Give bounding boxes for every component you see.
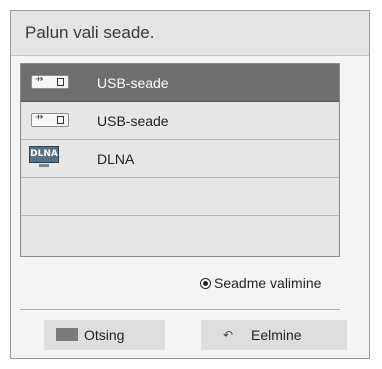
dialog-title: Palun vali seade. (25, 23, 155, 42)
back-button[interactable]: ↶ Eelmine (201, 320, 347, 350)
color-key-icon (56, 328, 78, 341)
device-label: USB-seade (97, 113, 169, 129)
footer-divider (20, 309, 340, 310)
device-row-empty-2 (21, 216, 339, 256)
radio-select-icon (200, 278, 211, 289)
device-row-usb-1[interactable]: ⇸ USB-seade (21, 64, 339, 102)
device-row-empty-1 (21, 178, 339, 216)
search-button-label: Otsing (84, 327, 125, 343)
device-row-dlna[interactable]: DLNA DLNA (21, 140, 339, 178)
search-button[interactable]: Otsing (44, 320, 165, 350)
usb-icon: ⇸ (31, 112, 69, 127)
dlna-icon: DLNA (29, 146, 59, 168)
device-label: DLNA (97, 151, 135, 167)
hint-text: Seadme valimine (214, 275, 322, 291)
dialog-header: Palun vali seade. (11, 11, 369, 56)
back-button-label: Eelmine (251, 327, 302, 343)
usb-icon: ⇸ (31, 74, 69, 89)
device-row-usb-2[interactable]: ⇸ USB-seade (21, 102, 339, 140)
return-icon: ↶ (223, 328, 234, 342)
select-device-hint: Seadme valimine (200, 275, 321, 291)
device-label: USB-seade (97, 75, 169, 91)
device-list: ⇸ USB-seade ⇸ USB-seade DLNA DLNA (20, 63, 340, 257)
